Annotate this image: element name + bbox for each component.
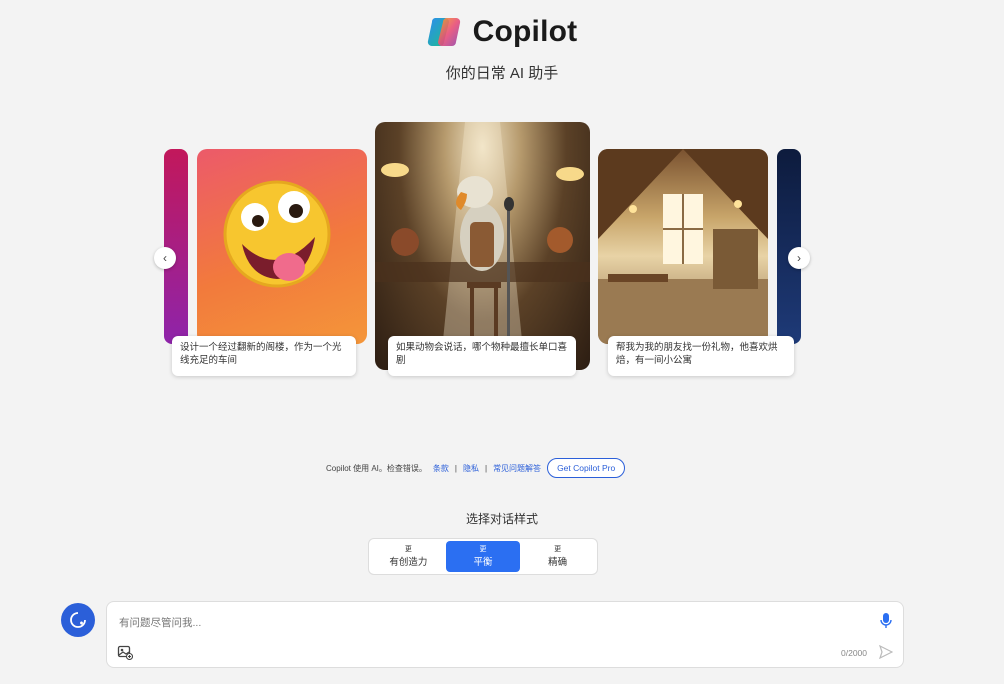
style-option-label: 有创造力 <box>389 556 428 568</box>
chat-input[interactable] <box>119 614 859 632</box>
faq-link[interactable]: 常见问题解答 <box>493 463 541 474</box>
style-option-precise[interactable]: 更 精确 <box>520 541 595 572</box>
disclaimer-text: Copilot 使用 AI。检查错误。 <box>326 463 427 473</box>
chat-input-box: 0/2000 <box>106 601 904 668</box>
new-topic-button[interactable] <box>61 603 95 637</box>
image-upload-icon[interactable] <box>117 644 133 660</box>
privacy-link[interactable]: 隐私 <box>463 463 479 474</box>
parrot-comedian-image <box>375 122 590 370</box>
chevron-left-icon: ‹ <box>163 251 167 265</box>
terms-link[interactable]: 条款 <box>433 463 449 474</box>
get-copilot-pro-button[interactable]: Get Copilot Pro <box>547 458 626 478</box>
character-counter: 0/2000 <box>841 648 867 658</box>
conversation-style-toggle: 更 有创造力 更 平衡 更 精确 <box>368 538 598 575</box>
style-option-prefix: 更 <box>479 545 487 553</box>
send-icon[interactable] <box>879 645 893 659</box>
new-topic-icon <box>70 612 86 628</box>
conversation-style-label: 选择对话样式 <box>465 512 538 526</box>
attic-workshop-image <box>598 149 768 344</box>
separator: | <box>454 463 457 473</box>
carousel-caption[interactable]: 如果动物会说话，哪个物种最擅长单口喜剧 <box>388 336 576 376</box>
style-option-label: 平衡 <box>473 556 493 568</box>
carousel-next-button[interactable]: › <box>788 247 810 269</box>
carousel-prev-button[interactable]: ‹ <box>154 247 176 269</box>
style-option-prefix: 更 <box>554 545 562 553</box>
style-option-balanced[interactable]: 更 平衡 <box>445 541 521 572</box>
chevron-right-icon: › <box>797 251 801 265</box>
carousel-card-parrot[interactable] <box>375 122 590 370</box>
copilot-logo-icon <box>427 17 460 47</box>
prompt-carousel: 设计一个经过翻新的阁楼，作为一个光线充足的车间 如果动物会说话，哪个物种最擅长单… <box>160 120 805 390</box>
separator: | <box>484 463 488 473</box>
header: Copilot <box>0 14 1004 50</box>
microphone-icon[interactable] <box>879 612 893 630</box>
disclaimer-row: Copilot 使用 AI。检查错误。 条款 | 隐私 | 常见问题解答 Get… <box>326 457 626 479</box>
style-option-label: 精确 <box>548 556 568 568</box>
emoji-face-image <box>223 180 331 288</box>
carousel-caption[interactable]: 设计一个经过翻新的阁楼，作为一个光线充足的车间 <box>172 336 356 376</box>
style-option-creative[interactable]: 更 有创造力 <box>371 541 446 572</box>
style-option-prefix: 更 <box>404 545 412 553</box>
tagline: 你的日常 AI 助手 <box>445 65 559 82</box>
carousel-caption[interactable]: 帮我为我的朋友找一份礼物，他喜欢烘焙，有一间小公寓 <box>608 336 794 376</box>
brand-name: Copilot <box>472 15 578 48</box>
carousel-card-attic[interactable] <box>598 149 768 344</box>
carousel-card-emoji[interactable] <box>197 149 367 344</box>
